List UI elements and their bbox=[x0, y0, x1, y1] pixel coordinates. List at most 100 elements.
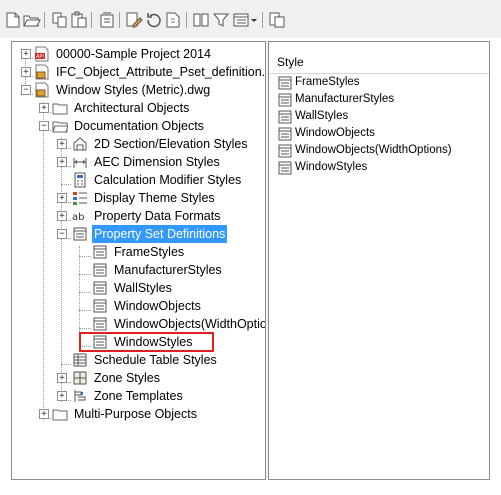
tree-node-documentation-objects[interactable]: − Documentation Objects bbox=[12, 117, 265, 135]
tree-node-sample-project[interactable]: + API 00000-Sample Project 2014 bbox=[12, 45, 265, 63]
tree-node-schedule-table-styles[interactable]: Schedule Table Styles bbox=[12, 351, 265, 369]
list-item-label: ManufacturerStyles bbox=[295, 93, 395, 105]
dimension-icon bbox=[72, 154, 88, 170]
tree-node-2d-section-elevation-styles[interactable]: + 2D Section/Elevation Styles bbox=[12, 135, 265, 153]
edit-icon[interactable] bbox=[125, 11, 143, 29]
property-set-icon bbox=[92, 280, 108, 296]
section-elevation-icon bbox=[72, 136, 88, 152]
collapse-icon[interactable]: − bbox=[57, 229, 67, 239]
open-icon[interactable] bbox=[23, 11, 41, 29]
expand-icon[interactable]: + bbox=[21, 67, 31, 77]
list-item-label: WindowStyles bbox=[295, 161, 368, 173]
toolbar-separator bbox=[186, 12, 187, 28]
expand-icon[interactable]: + bbox=[57, 391, 67, 401]
view-toggle-icon[interactable] bbox=[232, 11, 250, 29]
tree-node-label: FrameStyles bbox=[114, 245, 185, 259]
purge-icon[interactable] bbox=[98, 11, 116, 29]
expand-icon[interactable]: + bbox=[21, 49, 31, 59]
tree-node-label: WallStyles bbox=[114, 281, 172, 295]
list-item-label: FrameStyles bbox=[295, 76, 360, 88]
expand-icon[interactable]: + bbox=[57, 139, 67, 149]
tree-node-label: Property Data Formats bbox=[94, 209, 221, 223]
help-doc-icon[interactable] bbox=[164, 11, 182, 29]
tree-node-windowobjects[interactable]: WindowObjects bbox=[12, 297, 265, 315]
tree-node-display-theme-styles[interactable]: + Display Theme Styles bbox=[12, 189, 265, 207]
folder-icon bbox=[52, 406, 68, 422]
tree-node-label: Zone Templates bbox=[94, 389, 183, 403]
zone-icon bbox=[72, 370, 88, 386]
tree-node-label: Calculation Modifier Styles bbox=[94, 173, 242, 187]
property-set-icon bbox=[277, 109, 293, 125]
tree-node-label: Zone Styles bbox=[94, 371, 161, 385]
display-theme-icon bbox=[72, 190, 88, 206]
toolbar-separator bbox=[119, 12, 120, 28]
drawing-file-icon bbox=[34, 82, 50, 98]
column-header-label: Style bbox=[277, 55, 304, 69]
property-set-icon bbox=[277, 126, 293, 142]
collapse-icon[interactable]: − bbox=[21, 85, 31, 95]
new-icon[interactable] bbox=[4, 11, 22, 29]
tree-node-label: WindowObjects bbox=[114, 299, 201, 313]
expand-icon[interactable]: + bbox=[57, 157, 67, 167]
tree-node-property-data-formats[interactable]: + ab Property Data Formats bbox=[12, 207, 265, 225]
tree-node-window-styles-drawing[interactable]: − Window Styles (Metric).dwg bbox=[12, 81, 265, 99]
tree-node-label: AEC Dimension Styles bbox=[94, 155, 220, 169]
tree-node-multi-purpose-objects[interactable]: + Multi-Purpose Objects bbox=[12, 405, 265, 423]
property-set-icon bbox=[277, 92, 293, 108]
tree-node-calculation-modifier-styles[interactable]: Calculation Modifier Styles bbox=[12, 171, 265, 189]
tree-node-label: Multi-Purpose Objects bbox=[74, 407, 197, 421]
paste-icon[interactable] bbox=[70, 11, 88, 29]
list-item-label: WindowObjects bbox=[295, 127, 375, 139]
expand-icon[interactable]: + bbox=[57, 193, 67, 203]
toolbar-separator bbox=[91, 12, 92, 28]
list-item-label: WallStyles bbox=[295, 110, 349, 122]
tree-node-windowobjects-widthoptions[interactable]: WindowObjects(WidthOptions) bbox=[12, 315, 265, 333]
column-header-style[interactable]: Style bbox=[269, 50, 489, 74]
filter-icon[interactable] bbox=[212, 11, 230, 29]
collapse-icon[interactable]: − bbox=[39, 121, 49, 131]
tree-node-windowstyles[interactable]: WindowStyles bbox=[12, 332, 265, 352]
tree-node-architectural-objects[interactable]: + Architectural Objects bbox=[12, 99, 265, 117]
drawing-file-icon bbox=[34, 64, 50, 80]
schedule-table-icon bbox=[72, 352, 88, 368]
property-set-icon bbox=[92, 244, 108, 260]
tree-node-label: Window Styles (Metric).dwg bbox=[56, 83, 211, 97]
synchronize-icon[interactable] bbox=[192, 11, 210, 29]
tree-node-label: 00000-Sample Project 2014 bbox=[56, 47, 211, 61]
list-item-label: WindowObjects(WidthOptions) bbox=[295, 144, 452, 156]
project-file-icon: API bbox=[34, 46, 50, 62]
toolbar-separator bbox=[262, 12, 263, 28]
tree-node-zone-styles[interactable]: + Zone Styles bbox=[12, 369, 265, 387]
svg-text:ab: ab bbox=[72, 212, 84, 223]
highlight-box bbox=[79, 332, 214, 352]
repath-icon[interactable] bbox=[145, 11, 163, 29]
text-format-icon: ab bbox=[72, 208, 88, 224]
tree-node-zone-templates[interactable]: + Zone Templates bbox=[12, 387, 265, 405]
tree-node-property-set-definitions[interactable]: − Property Set Definitions bbox=[12, 225, 265, 243]
clipboard-icon[interactable] bbox=[268, 11, 286, 29]
property-set-icon bbox=[277, 160, 293, 176]
tree-node-manufacturerstyles[interactable]: ManufacturerStyles bbox=[12, 261, 265, 279]
tree-node-label: WindowObjects(WidthOptions) bbox=[114, 317, 265, 331]
dropdown-arrow-icon[interactable] bbox=[250, 11, 258, 29]
copy-icon[interactable] bbox=[51, 11, 69, 29]
folder-icon bbox=[52, 100, 68, 116]
property-set-icon bbox=[277, 143, 293, 159]
toolbar bbox=[0, 0, 501, 38]
tree-node-wallstyles[interactable]: WallStyles bbox=[12, 279, 265, 297]
tree-node-ifc-pset-drawing[interactable]: + IFC_Object_Attribute_Pset_definition.d… bbox=[12, 63, 265, 81]
property-set-icon bbox=[277, 75, 293, 91]
style-list[interactable]: Style FrameStyles ManufacturerStyles Wal… bbox=[268, 41, 490, 480]
toolbar-separator bbox=[44, 12, 45, 28]
style-tree[interactable]: + API 00000-Sample Project 2014 + IFC_Ob… bbox=[11, 41, 266, 480]
expand-icon[interactable]: + bbox=[39, 103, 49, 113]
tree-node-aec-dimension-styles[interactable]: + AEC Dimension Styles bbox=[12, 153, 265, 171]
expand-icon[interactable]: + bbox=[39, 409, 49, 419]
property-set-icon bbox=[72, 226, 88, 242]
tree-node-label: Architectural Objects bbox=[74, 101, 190, 115]
tree-node-framestyles[interactable]: FrameStyles bbox=[12, 243, 265, 261]
expand-icon[interactable]: + bbox=[57, 211, 67, 221]
expand-icon[interactable]: + bbox=[57, 373, 67, 383]
calculator-icon bbox=[72, 172, 88, 188]
tree-node-label: Documentation Objects bbox=[74, 119, 204, 133]
